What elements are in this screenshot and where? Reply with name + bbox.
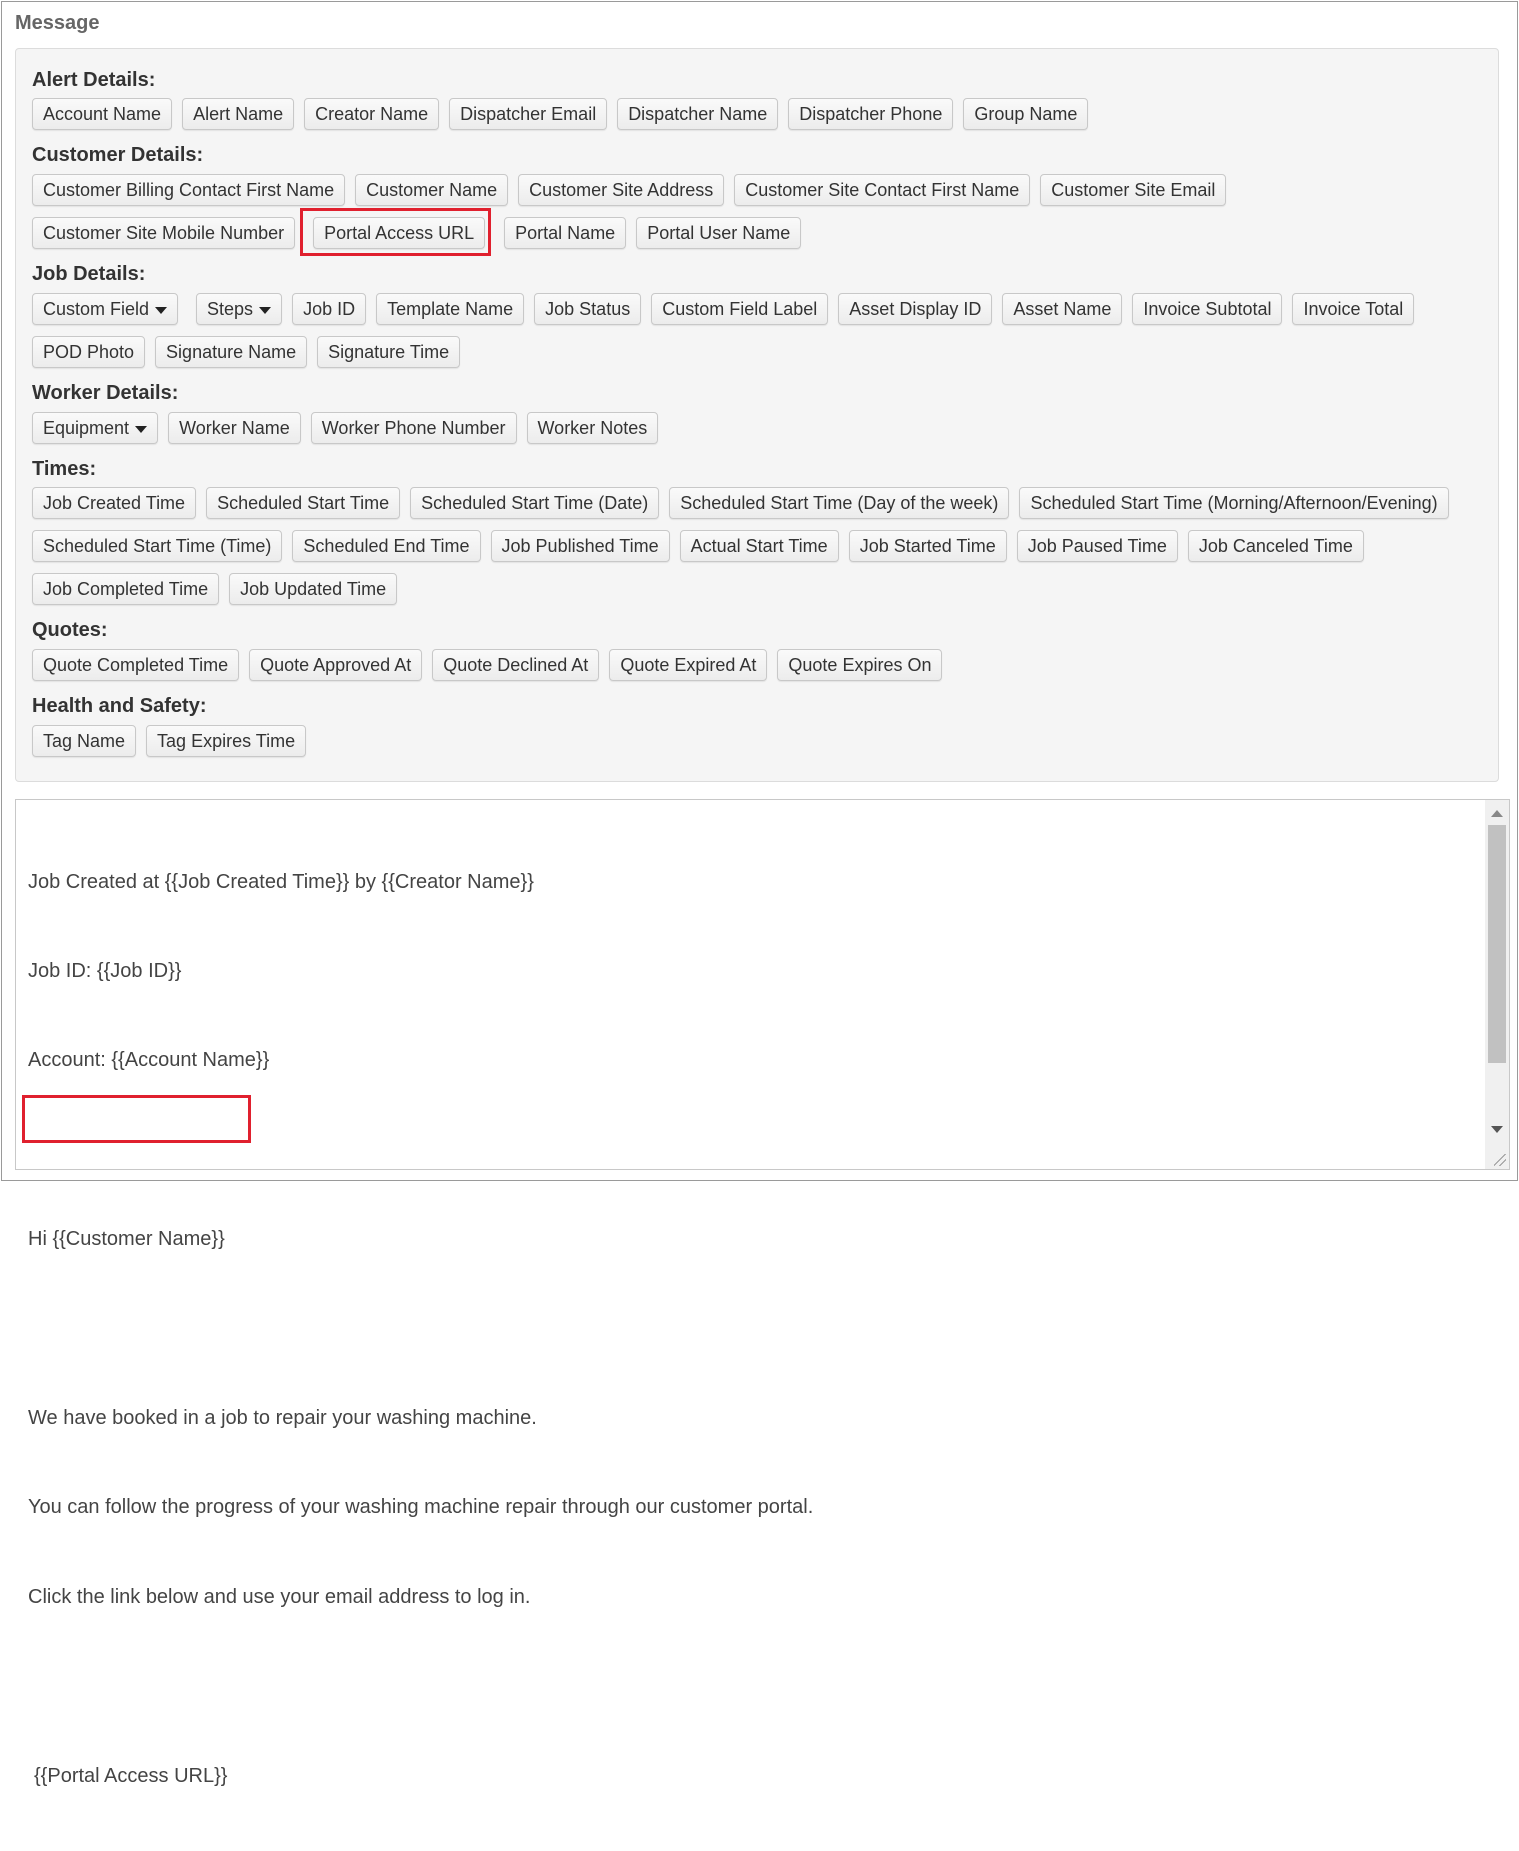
var-button-customer-site-mobile-number[interactable]: Customer Site Mobile Number [32,217,296,249]
button-row-health: Tag Name Tag Expires Time [32,725,307,757]
group-title-customer: Customer Details: [32,144,204,166]
scroll-thumb[interactable] [1488,825,1506,1063]
var-button-quote-expired-at[interactable]: Quote Expired At [609,649,768,681]
var-button-scheduled-end-time[interactable]: Scheduled End Time [292,530,481,562]
var-button-invoice-subtotal[interactable]: Invoice Subtotal [1132,293,1283,325]
caret-down-icon [135,426,148,433]
var-button-scheduled-start-time-time[interactable]: Scheduled Start Time (Time) [32,530,283,562]
var-button-portal-name[interactable]: Portal Name [504,217,627,249]
var-button-job-created-time[interactable]: Job Created Time [32,487,197,519]
var-button-quote-expires-on[interactable]: Quote Expires On [777,649,943,681]
message-line: Job ID: {{Job ID}} [28,959,182,982]
message-line [28,1136,1468,1166]
var-button-job-published-time[interactable]: Job Published Time [490,530,670,562]
var-button-job-updated-time[interactable]: Job Updated Time [229,573,398,605]
var-dropdown-custom-field[interactable]: Custom Field [32,293,179,325]
message-line: Hi {{Customer Name}} [28,1228,225,1251]
message-body: Job Created at {{Job Created Time}} by {… [28,808,1468,1851]
button-row-times-3: Job Completed Time Job Updated Time [32,573,398,605]
var-button-group-name[interactable]: Group Name [963,98,1089,130]
var-button-job-completed-time[interactable]: Job Completed Time [32,573,220,605]
var-button-scheduled-start-time-date[interactable]: Scheduled Start Time (Date) [410,487,660,519]
resize-grip-icon[interactable] [1494,1154,1506,1166]
var-button-template-name[interactable]: Template Name [376,293,525,325]
group-title-job: Job Details: [32,263,146,285]
var-button-scheduled-start-time[interactable]: Scheduled Start Time [206,487,401,519]
var-button-portal-user-name[interactable]: Portal User Name [636,217,802,249]
var-button-asset-name[interactable]: Asset Name [1002,293,1123,325]
message-section: Message Alert Details: Account Name Aler… [1,1,1518,1787]
var-button-tag-expires-time[interactable]: Tag Expires Time [146,725,307,757]
var-button-job-paused-time[interactable]: Job Paused Time [1016,530,1178,562]
var-button-signature-time[interactable]: Signature Time [317,336,461,368]
section-title: Message [15,12,100,34]
var-button-job-id[interactable]: Job ID [292,293,367,325]
variables-panel: Alert Details: Account Name Alert Name C… [15,48,1499,782]
var-button-custom-field-label[interactable]: Custom Field Label [651,293,829,325]
var-button-quote-declined-at[interactable]: Quote Declined At [432,649,600,681]
var-button-pod-photo[interactable]: POD Photo [32,336,146,368]
var-button-customer-site-contact-first-name[interactable]: Customer Site Contact First Name [734,174,1031,206]
caret-down-icon [259,307,272,314]
message-line: Job Created at {{Job Created Time}} by {… [28,870,534,893]
var-button-signature-name[interactable]: Signature Name [155,336,308,368]
message-line [28,1315,1468,1345]
button-row-customer-1: Customer Billing Contact First Name Cust… [32,174,1227,206]
group-title-worker: Worker Details: [32,382,179,404]
message-line [28,1672,1468,1702]
var-button-customer-billing-contact-first-name[interactable]: Customer Billing Contact First Name [32,174,346,206]
var-button-alert-name[interactable]: Alert Name [182,98,295,130]
var-button-job-status[interactable]: Job Status [534,293,642,325]
button-row-worker: Equipment Worker Name Worker Phone Numbe… [32,412,659,444]
scroll-up-arrow-icon[interactable] [1491,810,1503,817]
var-button-scheduled-start-time-day[interactable]: Scheduled Start Time (Day of the week) [669,487,1010,519]
group-title-health: Health and Safety: [32,695,207,717]
var-button-customer-site-email[interactable]: Customer Site Email [1040,174,1227,206]
message-line: You can follow the progress of your wash… [28,1496,814,1519]
var-dropdown-steps[interactable]: Steps [196,293,283,325]
var-dropdown-equipment[interactable]: Equipment [32,412,159,444]
var-button-quote-completed-time[interactable]: Quote Completed Time [32,649,240,681]
button-row-times-2: Scheduled Start Time (Time) Scheduled En… [32,530,1364,562]
button-row-alert: Account Name Alert Name Creator Name Dis… [32,98,1089,130]
caret-down-icon [155,307,168,314]
var-button-dispatcher-phone[interactable]: Dispatcher Phone [788,98,954,130]
group-title-alert: Alert Details: [32,69,156,91]
button-row-times-1: Job Created Time Scheduled Start Time Sc… [32,487,1449,519]
message-textarea[interactable]: Job Created at {{Job Created Time}} by {… [15,799,1510,1787]
var-button-worker-notes[interactable]: Worker Notes [526,412,659,444]
var-button-customer-site-address[interactable]: Customer Site Address [518,174,725,206]
var-button-worker-name[interactable]: Worker Name [168,412,301,444]
button-row-customer-2: Customer Site Mobile Number Portal Acces… [32,217,802,249]
dropdown-label: Custom Field [43,298,150,319]
var-button-job-canceled-time[interactable]: Job Canceled Time [1187,530,1364,562]
message-line: Account: {{Account Name}} [28,1049,270,1072]
button-row-job-2: POD Photo Signature Name Signature Time [32,336,461,368]
dropdown-label: Steps [207,298,254,319]
scroll-down-arrow-icon[interactable] [1491,1126,1503,1133]
var-button-invoice-total[interactable]: Invoice Total [1292,293,1415,325]
var-button-quote-approved-at[interactable]: Quote Approved At [249,649,423,681]
var-button-dispatcher-name[interactable]: Dispatcher Name [617,98,779,130]
var-button-tag-name[interactable]: Tag Name [32,725,137,757]
button-row-quotes: Quote Completed Time Quote Approved At Q… [32,649,943,681]
message-line: We have booked in a job to repair your w… [28,1406,537,1429]
var-button-account-name[interactable]: Account Name [32,98,173,130]
var-button-creator-name[interactable]: Creator Name [304,98,440,130]
var-button-dispatcher-email[interactable]: Dispatcher Email [449,98,608,130]
dropdown-label: Equipment [43,417,130,438]
message-line-portal-url: {{Portal Access URL}} [34,1764,228,1787]
message-line: Click the link below and use your email … [28,1585,531,1608]
group-title-quotes: Quotes: [32,619,108,641]
var-button-scheduled-start-time-period[interactable]: Scheduled Start Time (Morning/Afternoon/… [1019,487,1449,519]
var-button-portal-access-url[interactable]: Portal Access URL [313,217,486,249]
var-button-job-started-time[interactable]: Job Started Time [848,530,1007,562]
var-button-asset-display-id[interactable]: Asset Display ID [838,293,993,325]
button-row-job-1: Custom Field Steps Job ID Template Name … [32,293,1415,325]
group-title-times: Times: [32,458,97,480]
var-button-worker-phone-number[interactable]: Worker Phone Number [310,412,517,444]
var-button-customer-name[interactable]: Customer Name [355,174,509,206]
editor-scrollbar[interactable] [1485,800,1509,1169]
var-button-actual-start-time[interactable]: Actual Start Time [679,530,839,562]
